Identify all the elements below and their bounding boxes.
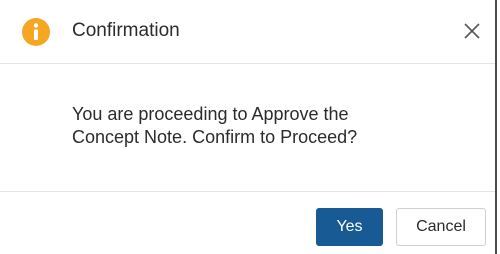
info-icon: [22, 18, 50, 46]
cancel-button[interactable]: Cancel: [396, 208, 486, 246]
yes-button[interactable]: Yes: [316, 208, 383, 246]
dialog-footer: Yes Cancel: [0, 192, 495, 254]
close-icon[interactable]: [459, 18, 485, 44]
dialog-header: Confirmation: [0, 0, 495, 64]
dialog-title: Confirmation: [72, 20, 180, 41]
confirmation-message: You are proceeding to Approve the Concep…: [72, 103, 432, 149]
confirmation-dialog: Confirmation You are proceeding to Appro…: [0, 0, 497, 254]
message-line-1: You are proceeding to Approve the: [72, 104, 349, 124]
message-line-2: Concept Note. Confirm to Proceed?: [72, 127, 358, 147]
dialog-body: You are proceeding to Approve the Concep…: [0, 64, 495, 192]
